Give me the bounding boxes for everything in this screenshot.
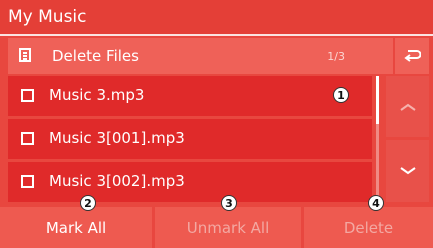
title-bar: My Music [0,0,433,35]
checkbox[interactable] [21,175,34,188]
delete-button[interactable]: Delete [304,207,433,248]
scroll-down-button[interactable] [386,140,429,202]
app-title: My Music [8,7,87,27]
callout-marker: 3 [221,195,237,211]
page-counter: 1/3 [327,50,345,63]
back-button[interactable] [395,38,429,74]
callout-marker: 2 [80,195,96,211]
chevron-up-icon [399,103,416,111]
header-title: Delete Files [52,47,139,65]
file-list: Music 3.mp3 Music 3[001].mp3 Music 3[002… [8,76,372,202]
scroll-up-button[interactable] [386,76,429,137]
mark-all-button[interactable]: Mark All [0,207,152,248]
callout-marker: 1 [333,87,349,103]
list-item[interactable]: Music 3[002].mp3 [8,162,372,202]
title-divider [0,34,433,36]
file-name: Music 3[001].mp3 [49,129,185,147]
file-name: Music 3[002].mp3 [49,172,185,190]
list-icon [19,48,31,62]
back-arrow-icon [404,50,421,62]
chevron-down-icon [399,167,416,175]
file-name: Music 3.mp3 [49,86,145,104]
action-bar: Mark All Unmark All Delete [0,207,433,248]
header-row: Delete Files 1/3 [8,38,393,74]
list-item[interactable]: Music 3[001].mp3 [8,119,372,159]
checkbox[interactable] [21,89,34,102]
scrollbar-thumb[interactable] [376,76,379,124]
list-item[interactable]: Music 3.mp3 [8,76,372,116]
callout-marker: 4 [368,195,384,211]
unmark-all-button[interactable]: Unmark All [155,207,301,248]
checkbox[interactable] [21,132,34,145]
